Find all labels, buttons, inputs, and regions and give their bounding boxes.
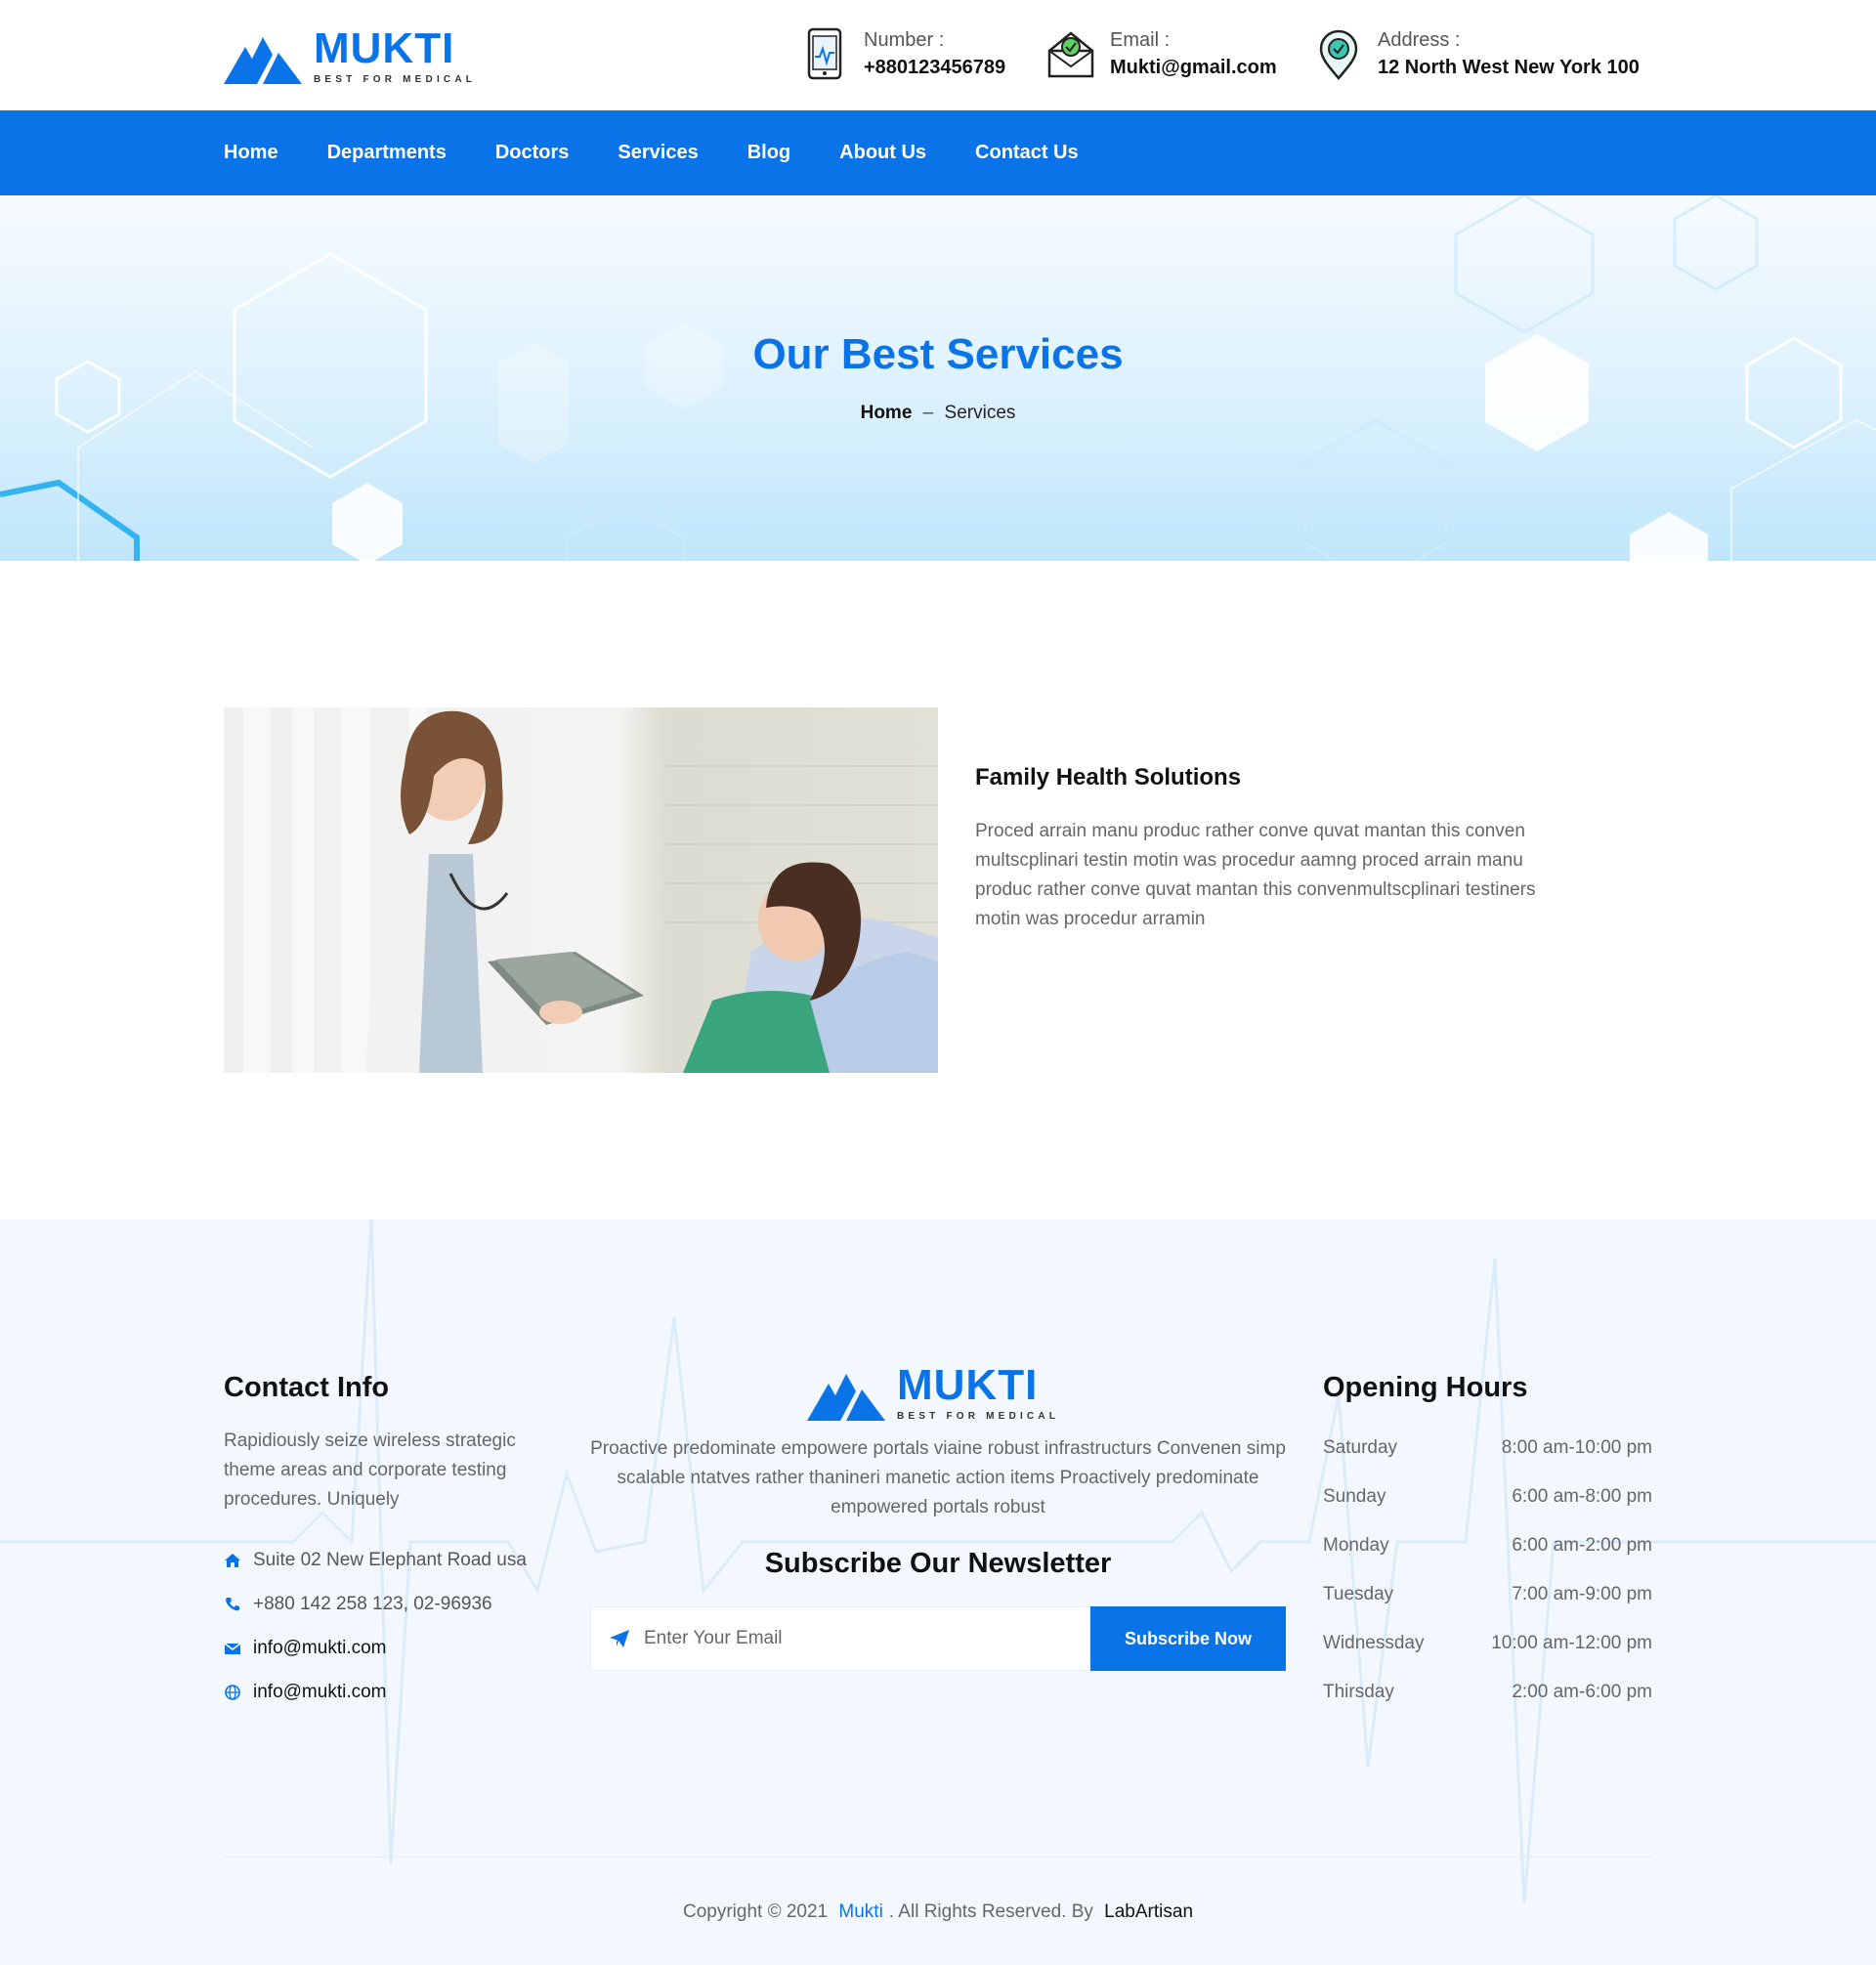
logo-mark-icon (807, 1373, 885, 1421)
hours-row: Widnessday 10:00 am-12:00 pm (1323, 1633, 1652, 1682)
nav-item-home[interactable]: Home (224, 142, 278, 164)
newsletter-email-input[interactable] (644, 1628, 1054, 1649)
header-address: Address : 12 North West New York 100 (1315, 27, 1640, 82)
contact-phone[interactable]: +880 142 258 123, 02-96936 (224, 1582, 527, 1626)
hours-time: 6:00 am-8:00 pm (1512, 1486, 1652, 1507)
nav-item-doctors[interactable]: Doctors (495, 142, 570, 164)
hours-day: Thirsday (1323, 1682, 1394, 1702)
contact-phone-text: +880 142 258 123, 02-96936 (253, 1593, 492, 1614)
footer-about-text: Proactive predominate empowere portals v… (590, 1438, 1286, 1517)
phone-icon (226, 1597, 239, 1610)
copyright-middle: . All Rights Reserved. By (888, 1901, 1093, 1922)
breadcrumb-current: Services (944, 403, 1016, 423)
copyright-author-link[interactable]: LabArtisan (1104, 1901, 1193, 1922)
phone-value[interactable]: +880123456789 (864, 53, 1005, 82)
nav-item-blog[interactable]: Blog (747, 142, 790, 164)
phone-label: Number : (864, 29, 945, 51)
hours-time: 10:00 am-12:00 pm (1491, 1633, 1652, 1653)
service-image (224, 707, 938, 1073)
breadcrumb-home[interactable]: Home (861, 403, 913, 423)
nav-item-departments[interactable]: Departments (327, 142, 447, 164)
contact-info-heading: Contact Info (224, 1372, 390, 1403)
nav-item-about[interactable]: About Us (839, 142, 926, 164)
newsletter-input-wrap (590, 1606, 1090, 1671)
page-banner: Our Best Services Home – Services (0, 195, 1876, 561)
address-label: Address : (1378, 29, 1461, 51)
breadcrumb: Home – Services (0, 403, 1876, 424)
hours-row: Tuesday 7:00 am-9:00 pm (1323, 1584, 1652, 1633)
hours-day: Sunday (1323, 1486, 1386, 1507)
tablet-icon (807, 27, 842, 80)
logo-mark-icon (224, 36, 302, 84)
footer-divider (224, 1857, 1652, 1858)
logo-name: MUKTI (314, 24, 455, 72)
nav-item-services[interactable]: Services (618, 142, 698, 164)
service-title: Family Health Solutions (975, 764, 1242, 790)
hours-row: Thirsday 2:00 am-6:00 pm (1323, 1682, 1652, 1730)
footer-logo-tagline: BEST FOR MEDICAL (897, 1411, 1060, 1422)
opening-hours-list: Saturday 8:00 am-10:00 pm Sunday 6:00 am-8… (1323, 1437, 1652, 1730)
subscribe-button[interactable]: Subscribe Now (1090, 1606, 1286, 1671)
hours-time: 7:00 am-9:00 pm (1512, 1584, 1652, 1604)
hours-day: Monday (1323, 1535, 1389, 1556)
top-header: MUKTI BEST FOR MEDICAL Number : +8801234… (0, 0, 1876, 110)
footer: Contact Info Rapidiously seize wireless … (0, 1219, 1876, 1965)
logo-tagline: BEST FOR MEDICAL (314, 74, 477, 85)
globe-icon (225, 1684, 240, 1700)
hours-time: 6:00 am-2:00 pm (1512, 1535, 1652, 1556)
hours-row: Sunday 6:00 am-8:00 pm (1323, 1486, 1652, 1535)
copyright: Copyright © 2021 Mukti . All Rights Reser… (0, 1901, 1876, 1923)
contact-website-text: info@mukti.com (253, 1681, 387, 1702)
opening-hours-heading: Opening Hours (1323, 1372, 1528, 1403)
hours-day: Tuesday (1323, 1584, 1394, 1604)
address-value: 12 North West New York 100 (1378, 57, 1640, 78)
breadcrumb-separator: – (922, 403, 934, 423)
envelope-check-icon (1047, 31, 1094, 78)
header-logo[interactable]: MUKTI BEST FOR MEDICAL (224, 27, 476, 85)
main-nav: Home Departments Doctors Services Blog A… (0, 110, 1876, 195)
mail-icon (224, 1642, 241, 1654)
email-value[interactable]: Mukti@gmail.com (1110, 53, 1277, 82)
contact-website[interactable]: info@mukti.com (224, 1670, 527, 1714)
header-phone: Number : +880123456789 (801, 27, 1005, 82)
service-description: Proced arrain manu produc rather conve q… (975, 821, 1536, 929)
hours-time: 8:00 am-10:00 pm (1501, 1437, 1652, 1458)
contact-email-text: info@mukti.com (253, 1637, 387, 1658)
contact-email[interactable]: info@mukti.com (224, 1626, 527, 1670)
nav-item-contact[interactable]: Contact Us (975, 142, 1079, 164)
hours-row: Monday 6:00 am-2:00 pm (1323, 1535, 1652, 1584)
hours-day: Widnessday (1323, 1633, 1425, 1653)
footer-logo-name: MUKTI (897, 1361, 1039, 1409)
paper-plane-icon (610, 1630, 629, 1647)
email-label: Email : (1110, 29, 1171, 51)
hours-row: Saturday 8:00 am-10:00 pm (1323, 1437, 1652, 1486)
copyright-brand-link[interactable]: Mukti (838, 1901, 882, 1922)
contact-info-text: Rapidiously seize wireless strategic the… (224, 1431, 516, 1510)
hours-day: Saturday (1323, 1437, 1398, 1458)
footer-logo[interactable]: MUKTI BEST FOR MEDICAL (807, 1364, 1059, 1422)
page-title: Our Best Services (752, 330, 1124, 378)
hours-time: 2:00 am-6:00 pm (1512, 1682, 1652, 1702)
header-email: Email : Mukti@gmail.com (1047, 27, 1277, 82)
copyright-prefix: Copyright © 2021 (682, 1901, 829, 1922)
location-pin-icon (1319, 29, 1358, 80)
newsletter-form: Subscribe Now (590, 1606, 1286, 1671)
